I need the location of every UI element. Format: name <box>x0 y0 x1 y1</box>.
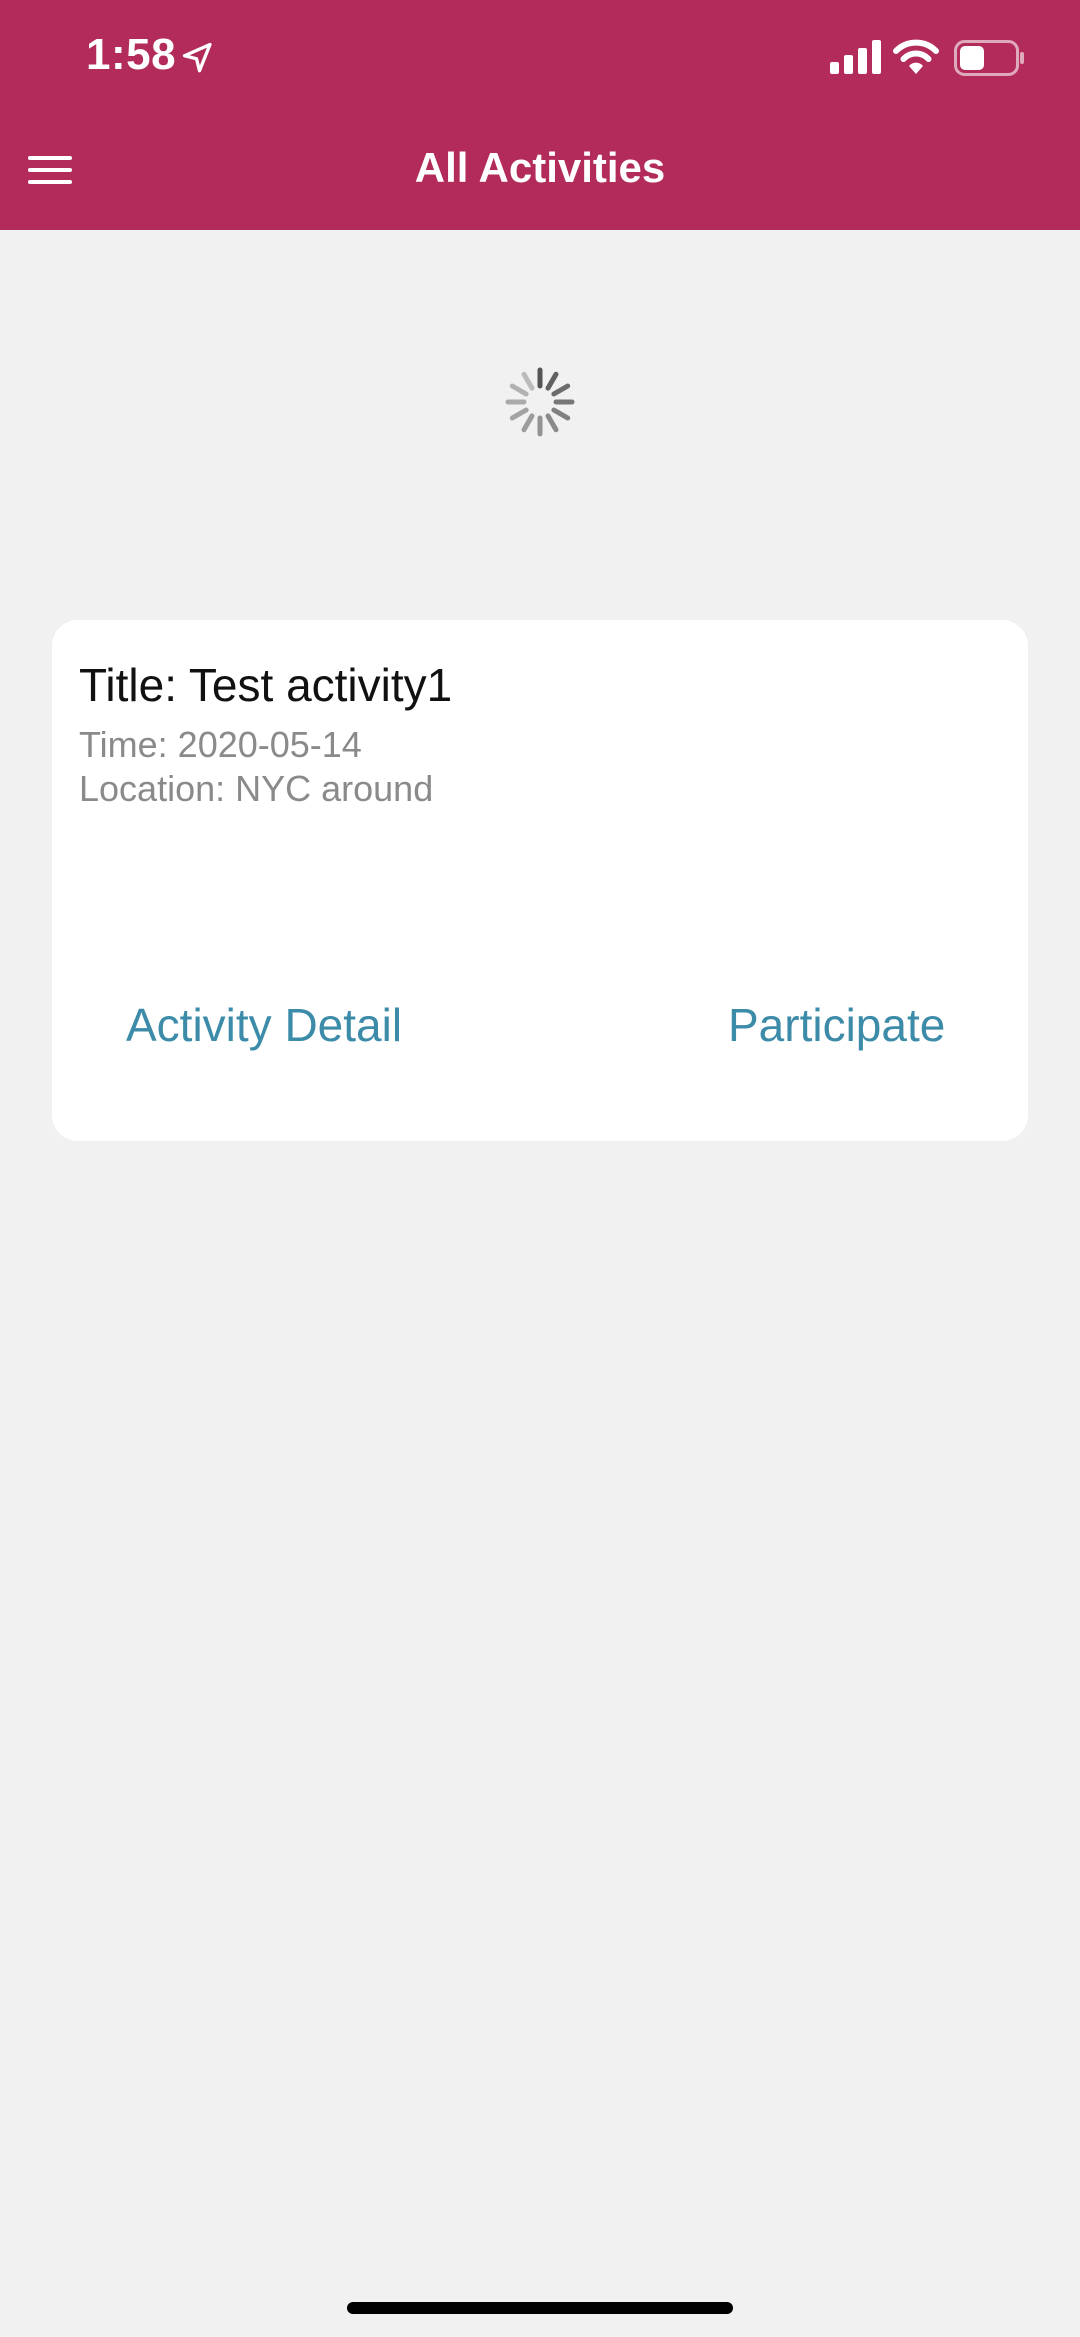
participate-button[interactable]: Participate <box>728 998 945 1052</box>
status-time: 1:58 <box>86 30 177 79</box>
cellular-signal-icon <box>830 40 881 74</box>
app-header: 1:58 All Activities <box>0 0 1080 230</box>
activity-title: Title: Test activity1 <box>79 659 453 711</box>
activity-location: Location: NYC around <box>79 768 434 809</box>
activity-card: Title: Test activity1 Time: 2020-05-14 L… <box>52 620 1028 1141</box>
activity-detail-button[interactable]: Activity Detail <box>126 998 402 1052</box>
activity-time: Time: 2020-05-14 <box>79 724 362 765</box>
battery-icon <box>954 40 1024 76</box>
wifi-icon <box>893 39 939 74</box>
loading-spinner-icon <box>505 367 575 437</box>
page-title: All Activities <box>414 144 666 191</box>
home-indicator[interactable] <box>347 2302 733 2314</box>
location-arrow-icon <box>182 42 212 73</box>
